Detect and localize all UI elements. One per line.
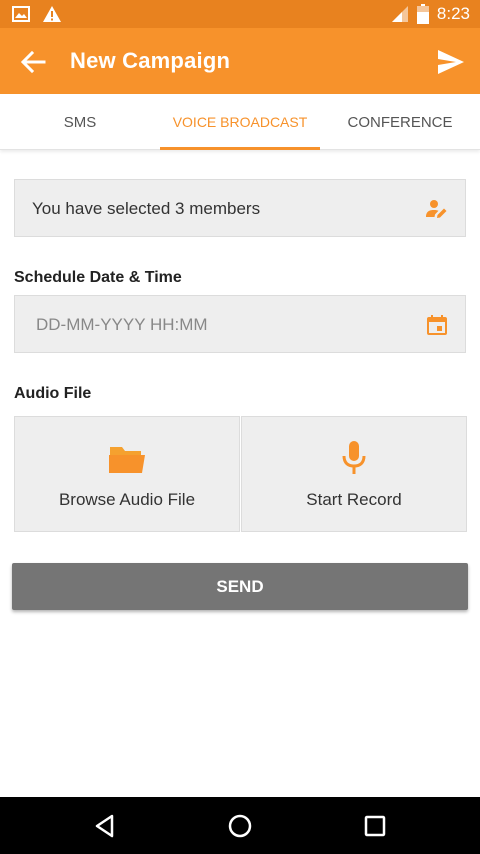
schedule-date-field[interactable]: DD-MM-YYYY HH:MM <box>14 295 466 353</box>
send-button[interactable]: SEND <box>12 563 468 610</box>
audio-file-label: Audio File <box>14 385 92 402</box>
clock-time: 8:23 <box>436 4 470 23</box>
system-nav-bar <box>0 797 480 854</box>
tab-bar: SMS VOICE BROADCAST CONFERENCE <box>0 94 480 150</box>
send-icon[interactable] <box>436 47 466 77</box>
nav-back-icon[interactable] <box>92 813 118 839</box>
nav-home-icon[interactable] <box>227 813 253 839</box>
edit-person-icon[interactable] <box>425 197 449 221</box>
signal-icon <box>391 6 408 22</box>
browse-audio-label: Browse Audio File <box>58 490 196 509</box>
image-icon <box>12 6 30 22</box>
arrow-left-icon[interactable] <box>18 47 48 77</box>
start-record-button[interactable]: Start Record <box>241 416 467 532</box>
status-bar: 8:23 <box>0 0 480 28</box>
battery-icon <box>416 4 429 24</box>
tab-sms[interactable]: SMS <box>0 94 160 150</box>
microphone-icon <box>342 441 366 474</box>
warning-icon <box>43 6 61 22</box>
calendar-icon[interactable] <box>425 313 449 337</box>
folder-icon <box>109 447 145 473</box>
tab-conference[interactable]: CONFERENCE <box>320 94 480 150</box>
start-record-label: Start Record <box>306 490 402 509</box>
browse-audio-button[interactable]: Browse Audio File <box>14 416 240 532</box>
schedule-date-placeholder: DD-MM-YYYY HH:MM <box>36 315 208 334</box>
page-title: New Campaign <box>70 48 231 73</box>
tab-voice-broadcast[interactable]: VOICE BROADCAST <box>160 94 320 150</box>
app-bar: New Campaign <box>0 28 480 94</box>
schedule-label: Schedule Date & Time <box>14 269 182 286</box>
selected-members-field[interactable]: You have selected 3 members <box>14 179 466 237</box>
selected-members-text: You have selected 3 members <box>32 199 261 218</box>
nav-recent-icon[interactable] <box>362 813 388 839</box>
